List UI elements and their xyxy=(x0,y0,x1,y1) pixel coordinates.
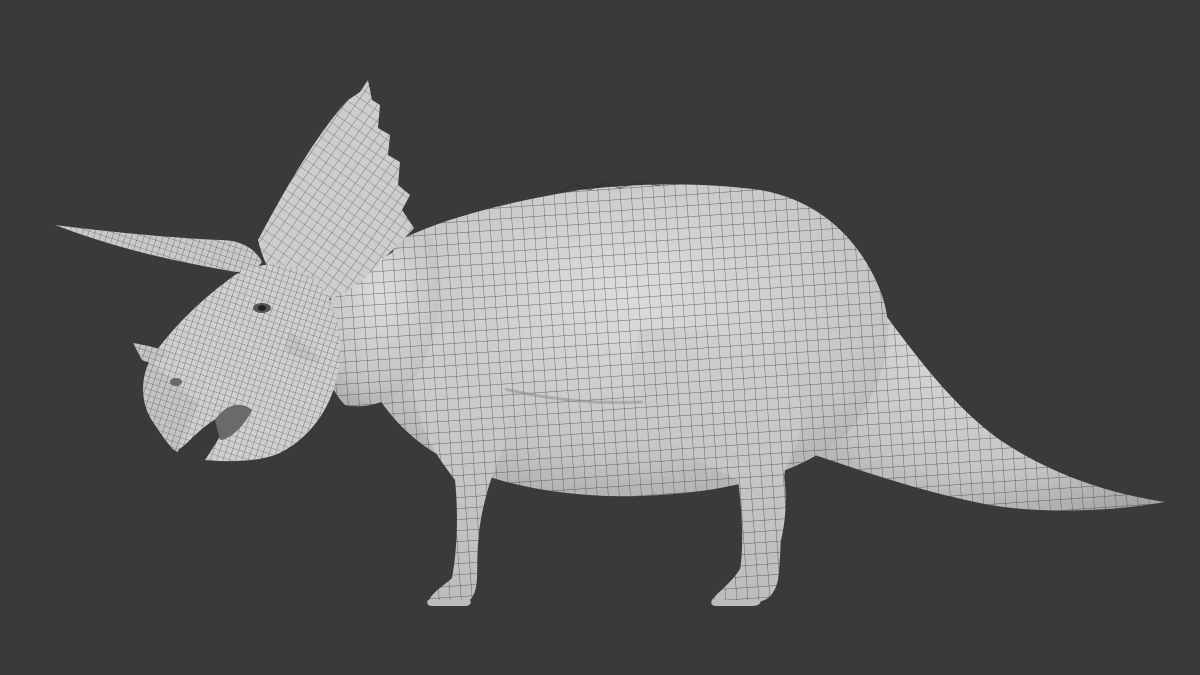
hind-foot xyxy=(711,600,761,606)
3d-viewport xyxy=(0,0,1200,675)
front-foot xyxy=(427,600,471,606)
viewport-canvas xyxy=(0,0,1200,675)
eye xyxy=(253,303,271,313)
nostril xyxy=(170,378,182,386)
